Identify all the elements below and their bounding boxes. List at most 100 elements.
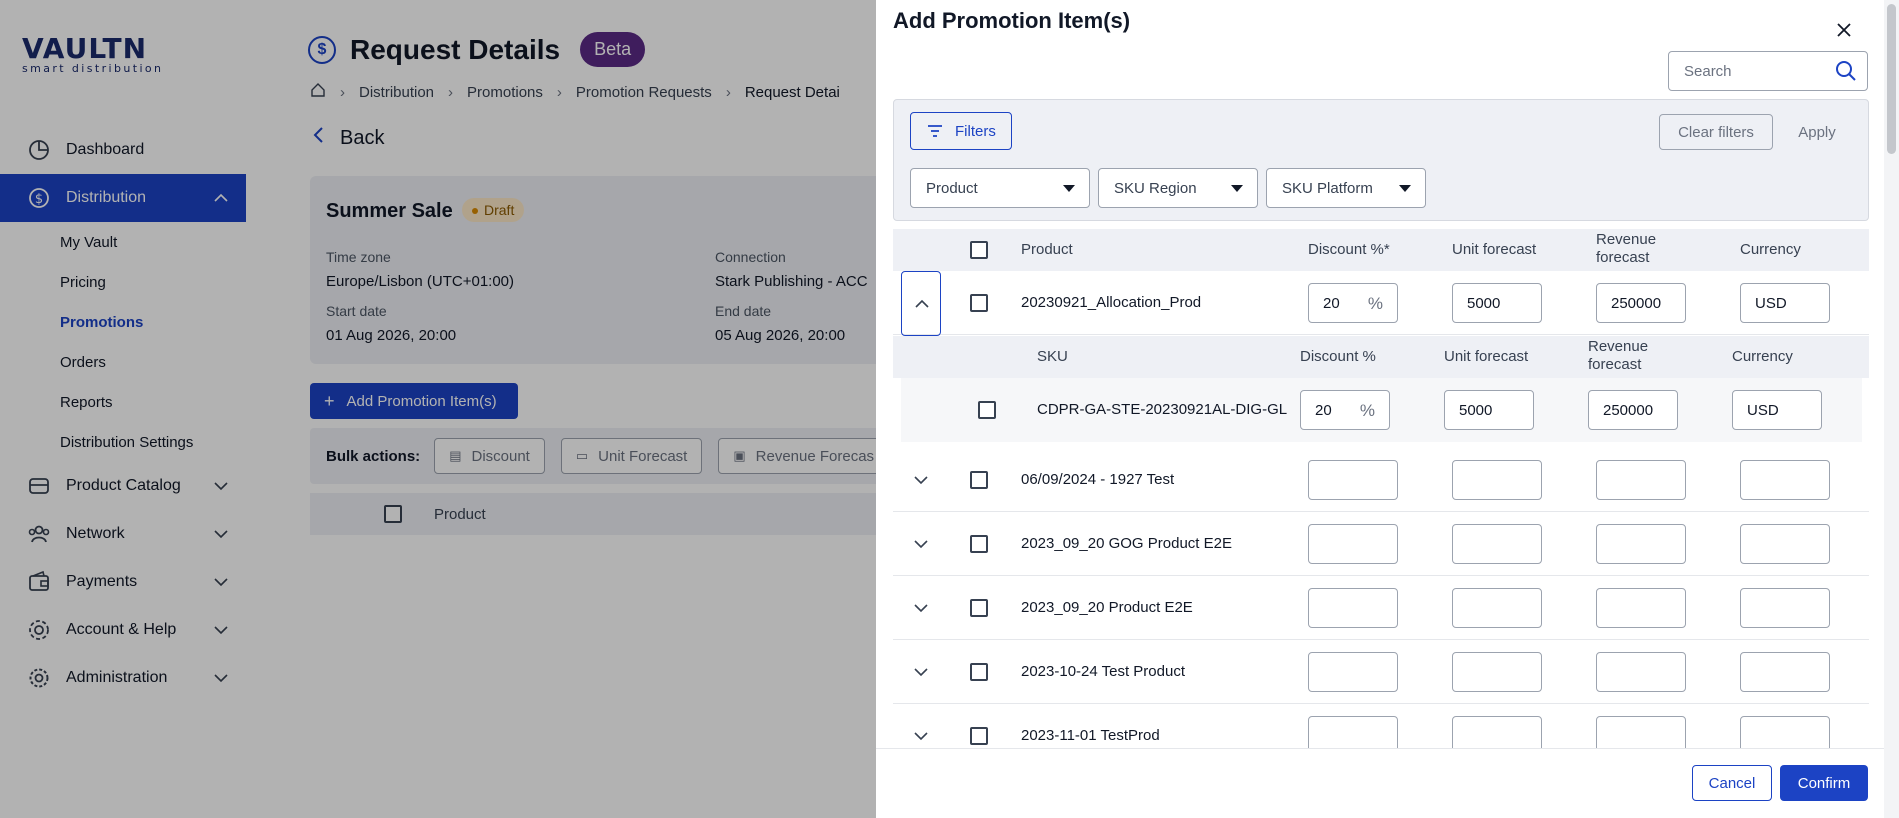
discount-input[interactable] [1308, 588, 1398, 628]
filters-label: Filters [955, 122, 996, 140]
subcol-revenue-forecast: Revenue forecast [1588, 338, 1649, 373]
revenue-forecast-input[interactable] [1596, 716, 1686, 749]
unit-forecast-input[interactable] [1452, 524, 1542, 564]
subcol-currency: Currency [1732, 348, 1793, 365]
discount-value: 20 [1323, 294, 1340, 312]
sku-row: CDPR-GA-STE-20230921AL-DIG-GL 20 % 5000 … [901, 378, 1862, 442]
chevron-down-icon [914, 604, 928, 613]
expand-row-button[interactable] [901, 716, 941, 749]
subcol-sku: SKU [1037, 348, 1068, 365]
sku-revenue-forecast-value: 250000 [1603, 401, 1654, 419]
row-checkbox[interactable] [970, 727, 988, 745]
currency-value: USD [1755, 294, 1787, 312]
discount-input[interactable] [1308, 652, 1398, 692]
row-checkbox[interactable] [970, 535, 988, 553]
row-checkbox[interactable] [970, 294, 988, 312]
product-name: 2023_09_20 GOG Product E2E [1021, 535, 1232, 552]
discount-input[interactable] [1308, 460, 1398, 500]
sku-currency-input[interactable]: USD [1732, 390, 1822, 430]
subcol-unit-forecast: Unit forecast [1444, 348, 1529, 365]
currency-input[interactable] [1740, 460, 1830, 500]
chevron-down-icon [914, 732, 928, 741]
table-row: 2023_09_20 Product E2E [893, 576, 1869, 640]
dialog-title: Add Promotion Item(s) [893, 8, 1131, 33]
table-row: 2023-10-24 Test Product [893, 640, 1869, 704]
revenue-forecast-input[interactable] [1596, 652, 1686, 692]
row-checkbox[interactable] [970, 471, 988, 489]
sku-unit-forecast-input[interactable]: 5000 [1444, 390, 1534, 430]
sku-platform-select[interactable]: SKU Platform [1266, 168, 1426, 208]
revenue-forecast-input[interactable]: 250000 [1596, 283, 1686, 323]
sku-platform-select-value: SKU Platform [1282, 179, 1373, 197]
product-name: 20230921_Allocation_Prod [1021, 294, 1202, 311]
sku-discount-value: 20 [1315, 401, 1332, 419]
sku-checkbox[interactable] [978, 401, 996, 419]
caret-down-icon [1063, 185, 1075, 192]
revenue-forecast-input[interactable] [1596, 588, 1686, 628]
currency-input[interactable] [1740, 652, 1830, 692]
sku-region-select-value: SKU Region [1114, 179, 1197, 197]
row-checkbox[interactable] [970, 663, 988, 681]
sku-revenue-forecast-input[interactable]: 250000 [1588, 390, 1678, 430]
unit-forecast-input[interactable] [1452, 652, 1542, 692]
col-discount: Discount %* [1308, 241, 1390, 258]
currency-input[interactable] [1740, 524, 1830, 564]
revenue-forecast-input[interactable] [1596, 524, 1686, 564]
currency-input[interactable]: USD [1740, 283, 1830, 323]
sku-currency-value: USD [1747, 401, 1779, 419]
discount-input[interactable] [1308, 524, 1398, 564]
chevron-down-icon [914, 476, 928, 485]
sku-discount-input[interactable]: 20 % [1300, 390, 1390, 430]
unit-forecast-input[interactable] [1452, 460, 1542, 500]
apply-button[interactable]: Apply [1787, 114, 1847, 150]
col-unit-forecast: Unit forecast [1452, 241, 1537, 258]
product-select-value: Product [926, 179, 978, 197]
product-name: 2023-10-24 Test Product [1021, 663, 1185, 680]
sku-code: CDPR-GA-STE-20230921AL-DIG-GL [1037, 401, 1288, 418]
table-row: 2023_09_20 GOG Product E2E [893, 512, 1869, 576]
discount-input[interactable] [1308, 716, 1398, 749]
confirm-button[interactable]: Confirm [1780, 765, 1868, 801]
clear-filters-button[interactable]: Clear filters [1659, 114, 1773, 150]
discount-input[interactable]: 20 % [1308, 283, 1398, 323]
table-row: 2023-11-01 TestProd [893, 704, 1869, 749]
product-select[interactable]: Product [910, 168, 1090, 208]
collapse-row-button[interactable] [901, 271, 941, 336]
chevron-up-icon [915, 299, 929, 308]
currency-input[interactable] [1740, 588, 1830, 628]
unit-forecast-input[interactable]: 5000 [1452, 283, 1542, 323]
dialog-scrollbar[interactable] [1884, 0, 1899, 818]
chevron-down-icon [914, 668, 928, 677]
revenue-forecast-input[interactable] [1596, 460, 1686, 500]
unit-forecast-input[interactable] [1452, 588, 1542, 628]
product-name: 2023-11-01 TestProd [1021, 727, 1160, 744]
unit-forecast-input[interactable] [1452, 716, 1542, 749]
row-checkbox[interactable] [970, 599, 988, 617]
sku-unit-forecast-value: 5000 [1459, 401, 1493, 419]
filter-icon [928, 125, 942, 137]
modal-backdrop[interactable] [0, 0, 876, 818]
product-name: 2023_09_20 Product E2E [1021, 599, 1193, 616]
sku-region-select[interactable]: SKU Region [1098, 168, 1258, 208]
chevron-down-icon [914, 540, 928, 549]
filters-button[interactable]: Filters [910, 112, 1012, 150]
scrollbar-thumb[interactable] [1887, 4, 1896, 154]
percent-sign: % [1367, 294, 1383, 313]
select-all-products-checkbox[interactable] [970, 241, 988, 259]
table-row: 06/09/2024 - 1927 Test [893, 448, 1869, 512]
product-grid: Product Discount %* Unit forecast Revenu… [893, 229, 1869, 749]
grid-header: Product Discount %* Unit forecast Revenu… [893, 229, 1869, 271]
subcol-discount: Discount % [1300, 348, 1376, 365]
col-revenue-forecast: Revenue forecast [1596, 231, 1657, 266]
percent-sign: % [1359, 401, 1375, 420]
unit-forecast-value: 5000 [1467, 294, 1501, 312]
caret-down-icon [1231, 185, 1243, 192]
product-name: 06/09/2024 - 1927 Test [1021, 471, 1175, 488]
currency-input[interactable] [1740, 716, 1830, 749]
search-icon[interactable] [1834, 59, 1858, 83]
table-row: 20230921_Allocation_Prod 20 % 5000 25000… [893, 271, 1869, 336]
filter-panel: Filters Clear filters Apply Product SKU … [893, 99, 1869, 221]
col-product: Product [1021, 241, 1073, 258]
cancel-button[interactable]: Cancel [1692, 765, 1772, 801]
close-icon[interactable] [1836, 18, 1852, 44]
